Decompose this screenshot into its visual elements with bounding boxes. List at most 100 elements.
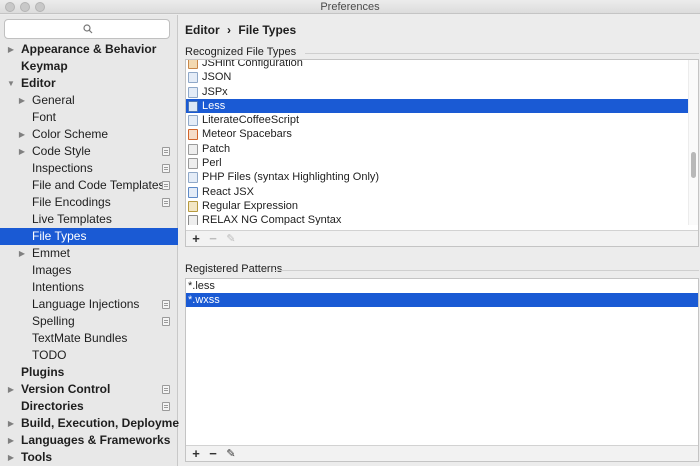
file-type-label: Patch	[202, 142, 231, 155]
sidebar-item-language-injections[interactable]: Language Injections	[0, 296, 178, 313]
sidebar-item-label: Emmet	[32, 246, 71, 260]
file-type-label: JSHint Configuration	[202, 60, 303, 69]
chevron-right-icon[interactable]: ▶	[17, 245, 27, 262]
patch-file-icon	[188, 143, 198, 155]
chevron-right-icon[interactable]: ▶	[17, 92, 27, 109]
chevron-right-icon[interactable]: ▶	[6, 432, 16, 449]
settings-search[interactable]	[4, 19, 170, 39]
jspx-file-icon	[188, 86, 198, 98]
sidebar-item-label: File Encodings	[32, 195, 111, 209]
chevron-right-icon[interactable]: ▶	[6, 41, 16, 58]
file-type-label: JSPx	[202, 85, 228, 98]
sidebar-item-tools[interactable]: ▶ Tools	[0, 449, 178, 466]
file-type-row[interactable]: Regular Expression	[186, 199, 690, 213]
sidebar-item-languages-frameworks[interactable]: ▶ Languages & Frameworks	[0, 432, 178, 449]
file-types-panel: Editor › File Types Recognized File Type…	[179, 15, 700, 466]
recognized-file-types-list[interactable]: JSHint Configuration JSON JSPx Less Literate…	[186, 60, 690, 225]
search-input[interactable]	[5, 20, 169, 38]
sidebar-item-keymap[interactable]: Keymap	[0, 58, 178, 75]
file-type-row[interactable]: Patch	[186, 142, 690, 156]
sidebar-item-emmet[interactable]: ▶ Emmet	[0, 245, 178, 262]
file-types-toolbar: + − ✎	[186, 230, 698, 246]
chevron-down-icon[interactable]: ▼	[6, 75, 16, 92]
file-type-row[interactable]: JSON	[186, 70, 690, 84]
file-types-scrollbar[interactable]	[688, 60, 698, 225]
file-type-row[interactable]: Less	[186, 98, 690, 114]
registered-patterns-title: Registered Patterns	[185, 263, 283, 275]
scrollbar-thumb[interactable]	[691, 152, 696, 178]
sidebar-item-file-types[interactable]: File Types	[0, 228, 178, 245]
sidebar-item-label: Appearance & Behavior	[21, 42, 157, 56]
file-type-row[interactable]: JSPx	[186, 85, 690, 99]
sidebar-item-font[interactable]: Font	[0, 109, 178, 126]
sidebar-item-version-control[interactable]: ▶ Version Control	[0, 381, 178, 398]
sidebar-item-todo[interactable]: TODO	[0, 347, 178, 364]
sidebar-item-spelling[interactable]: Spelling	[0, 313, 178, 330]
sidebar-item-code-style[interactable]: ▶ Code Style	[0, 143, 178, 160]
sidebar-item-images[interactable]: Images	[0, 262, 178, 279]
less-file-icon	[188, 100, 198, 112]
sidebar-item-inspections[interactable]: Inspections	[0, 160, 178, 177]
edit-pattern-button[interactable]: ✎	[224, 446, 238, 462]
sidebar-item-label: TextMate Bundles	[32, 331, 128, 345]
sidebar-item-intentions[interactable]: Intentions	[0, 279, 178, 296]
file-type-label: Regular Expression	[202, 199, 298, 212]
project-settings-icon	[162, 147, 170, 156]
file-type-row[interactable]: JSHint Configuration	[186, 60, 690, 70]
file-type-label: LiterateCoffeeScript	[202, 114, 300, 127]
registered-patterns-list[interactable]: *.less *.wxss	[186, 279, 698, 307]
sidebar-item-label: Language Injections	[32, 297, 140, 311]
file-type-row[interactable]: RELAX NG Compact Syntax	[186, 213, 690, 225]
sidebar-item-editor[interactable]: ▼ Editor	[0, 75, 178, 92]
sidebar-item-general[interactable]: ▶ General	[0, 92, 178, 109]
file-type-row[interactable]: React JSX	[186, 185, 690, 199]
sidebar-item-live-templates[interactable]: Live Templates	[0, 211, 178, 228]
file-type-row[interactable]: Perl	[186, 156, 690, 170]
chevron-right-icon[interactable]: ▶	[6, 449, 16, 466]
chevron-right-icon[interactable]: ▶	[6, 415, 16, 432]
sidebar-item-label: Tools	[21, 450, 53, 464]
json-file-icon	[188, 72, 198, 84]
pattern-row[interactable]: *.wxss	[186, 293, 698, 307]
sidebar-item-label: Font	[32, 110, 57, 124]
chevron-right-icon[interactable]: ▶	[17, 126, 27, 143]
relaxng-file-icon	[188, 215, 198, 225]
project-settings-icon	[162, 198, 170, 207]
sidebar-item-directories[interactable]: Directories	[0, 398, 178, 415]
settings-sidebar: ▶ Appearance & Behavior Keymap ▼ Editor ▶ Gene…	[0, 15, 190, 466]
registered-patterns-panel: *.less *.wxss + − ✎	[185, 278, 699, 462]
edit-file-type-button[interactable]: ✎	[224, 231, 238, 247]
sidebar-item-file-and-code-templates[interactable]: File and Code Templates	[0, 177, 178, 194]
file-type-row[interactable]: PHP Files (syntax Highlighting Only)	[186, 170, 690, 184]
sidebar-item-color-scheme[interactable]: ▶ Color Scheme	[0, 126, 178, 143]
project-settings-icon	[162, 317, 170, 326]
add-file-type-button[interactable]: +	[189, 231, 203, 247]
project-settings-icon	[162, 164, 170, 173]
php-file-icon	[188, 172, 198, 184]
sidebar-item-file-encodings[interactable]: File Encodings	[0, 194, 178, 211]
sidebar-item-build-execution-deployment[interactable]: ▶ Build, Execution, Deployment	[0, 415, 190, 432]
project-settings-icon	[162, 385, 170, 394]
sidebar-item-label: Directories	[21, 399, 84, 413]
sidebar-item-plugins[interactable]: Plugins	[0, 364, 178, 381]
chevron-right-icon[interactable]: ▶	[6, 381, 16, 398]
sidebar-item-label: Code Style	[32, 144, 91, 158]
recognized-file-types-title: Recognized File Types	[185, 46, 297, 58]
chevron-right-icon[interactable]: ▶	[17, 143, 27, 160]
sidebar-item-appearance-behavior[interactable]: ▶ Appearance & Behavior	[0, 41, 178, 58]
sidebar-item-label: File and Code Templates	[32, 178, 165, 192]
pattern-row[interactable]: *.less	[186, 279, 698, 293]
sidebar-item-textmate-bundles[interactable]: TextMate Bundles	[0, 330, 178, 347]
file-type-row[interactable]: LiterateCoffeeScript	[186, 113, 690, 127]
breadcrumb-separator: ›	[227, 23, 232, 37]
perl-file-icon	[188, 158, 198, 170]
section-divider	[275, 270, 699, 271]
remove-file-type-button[interactable]: −	[206, 231, 220, 247]
sidebar-item-label: Keymap	[21, 59, 68, 73]
sidebar-item-label: Live Templates	[32, 212, 112, 226]
file-type-label: JSON	[202, 71, 232, 84]
remove-pattern-button[interactable]: −	[206, 446, 220, 462]
file-type-row[interactable]: Meteor Spacebars	[186, 127, 690, 141]
add-pattern-button[interactable]: +	[189, 446, 203, 462]
patterns-toolbar: + − ✎	[186, 445, 698, 461]
